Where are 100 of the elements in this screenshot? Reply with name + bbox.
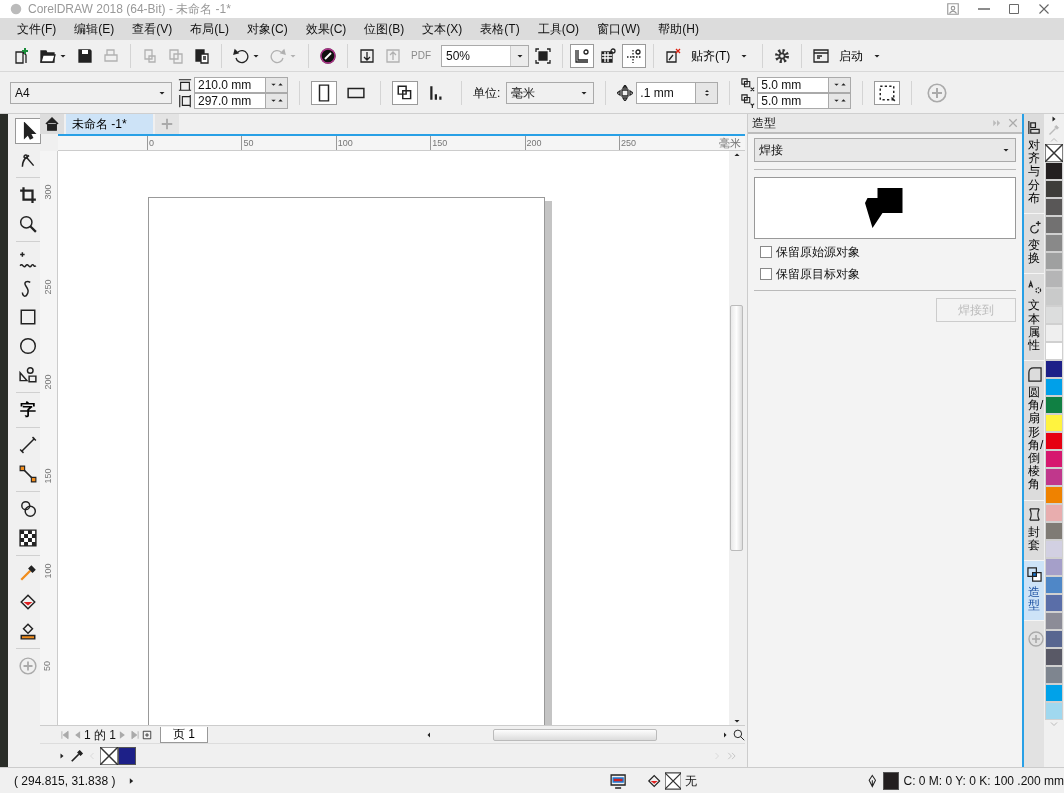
add-page-icon: [142, 729, 152, 740]
scroll-up-icon: [1049, 136, 1059, 144]
guidelines-icon: [626, 47, 642, 64]
scroll-thumb[interactable]: [730, 305, 744, 551]
docker-tab[interactable]: 圆角/扇形角/倒棱角: [1024, 361, 1045, 501]
close-icon: [1038, 3, 1050, 15]
decrement-icon: [832, 97, 840, 104]
menu-item[interactable]: 对象(C): [238, 18, 297, 40]
docker-tab[interactable]: 封套: [1024, 500, 1045, 561]
add-icon: [1028, 630, 1045, 649]
duplicate-x-field[interactable]: 5.0 mm: [757, 76, 830, 93]
units-dropdown[interactable]: 毫米: [506, 81, 595, 104]
color-swatch[interactable]: [118, 746, 136, 765]
tool-button[interactable]: [15, 118, 41, 144]
docker-tab[interactable]: 变换: [1024, 213, 1045, 275]
decrement-icon: [269, 81, 277, 88]
play-arrow-icon: [1050, 114, 1058, 124]
app-logo-icon: [10, 3, 22, 15]
zoom-field[interactable]: 50%: [441, 44, 529, 67]
document-icon: [142, 47, 158, 64]
ellipse-icon: [19, 337, 37, 355]
collapse-icon: [992, 118, 1003, 128]
full-screen-icon: [535, 47, 551, 64]
minimize-icon: [978, 8, 990, 10]
clipboard-icon: [194, 47, 210, 64]
eyedropper-icon: [70, 748, 84, 763]
menu-item[interactable]: 帮助(H): [649, 18, 708, 40]
menu-item[interactable]: 效果(C): [296, 18, 356, 40]
menu-item[interactable]: 编辑(E): [65, 18, 124, 40]
no-fill-swatch: [665, 771, 682, 790]
menu-item[interactable]: 窗口(W): [588, 18, 650, 40]
increment-icon: [276, 81, 284, 88]
orientation-button[interactable]: [311, 80, 337, 105]
rectangle-icon: [19, 308, 37, 326]
treat-as-filled-button[interactable]: [874, 80, 901, 105]
node-edit-icon: [19, 151, 37, 169]
tool-button[interactable]: 字: [15, 397, 41, 423]
increment-icon: [839, 81, 847, 88]
eyedropper-icon: [1048, 124, 1060, 136]
blend-icon: [19, 500, 37, 518]
toolbar-menu-button[interactable]: 贴齐(T): [687, 43, 756, 68]
envelope-icon: [1026, 506, 1042, 522]
dimension-line-icon: [19, 436, 37, 454]
cursor-coordinates: ( 294.815, 31.838 ): [14, 772, 116, 790]
first-page-icon: [60, 729, 70, 740]
search-icon: [19, 215, 37, 233]
play-arrow-icon: [58, 751, 66, 760]
toolbar-menu-button[interactable]: 启动: [835, 43, 889, 68]
checkerboard-icon: [19, 529, 37, 547]
freehand-icon: [19, 250, 37, 268]
menu-item[interactable]: 文件(F): [8, 18, 66, 40]
corner-icon: [1026, 367, 1042, 383]
dashed-square-icon: [878, 83, 897, 102]
ruler-label: 100: [335, 136, 431, 150]
menu-item[interactable]: 查看(V): [123, 18, 182, 40]
outline-status: C: 0 M: 0 Y: 0 K: 100 .200 mm: [903, 772, 1064, 790]
smart-fill-icon: [19, 622, 37, 640]
ruler-label: 250: [618, 136, 714, 150]
docker-tab[interactable]: 文本属性: [1024, 274, 1045, 362]
zoom-icon: [732, 728, 745, 741]
width-field[interactable]: 210.0 mm: [194, 76, 266, 93]
menu-item[interactable]: 工具(O): [528, 18, 588, 40]
increment-icon: [839, 97, 847, 104]
page-layout-button[interactable]: [392, 80, 418, 105]
toolbar-button[interactable]: [622, 43, 646, 68]
checkbox[interactable]: [759, 268, 772, 280]
docker-tab[interactable]: 对齐与分布: [1024, 114, 1045, 214]
paint-bucket-icon: [19, 593, 37, 611]
menu-item[interactable]: 文本(X): [413, 18, 472, 40]
snap-off-icon: [665, 47, 681, 64]
checkbox-label: 保留原目标对象: [775, 266, 860, 283]
toolbar-button[interactable]: [570, 43, 594, 68]
docker-tab[interactable]: 造型: [1024, 560, 1045, 622]
shaping-mode-dropdown[interactable]: 焊接: [753, 138, 1017, 162]
page-counter: 1 的 1: [84, 726, 116, 744]
shaping-icon: [1026, 566, 1042, 582]
duplicate-y-icon: [741, 93, 756, 108]
menu-item[interactable]: 表格(T): [471, 18, 529, 40]
width-icon: [178, 77, 192, 92]
decrement-icon: [269, 97, 277, 104]
horizontal-scroll-thumb[interactable]: [492, 728, 657, 741]
no-color-swatch[interactable]: [100, 746, 118, 765]
crop-icon: [19, 186, 37, 204]
connector-icon: [19, 465, 37, 483]
document-tab[interactable]: 未命名 -1*: [66, 114, 153, 134]
pages-icon: [396, 83, 414, 102]
menu-item[interactable]: 布局(L): [181, 18, 238, 40]
ruler-label: 300: [41, 184, 54, 200]
ruler-label: 200: [524, 136, 619, 150]
checkbox[interactable]: [759, 246, 772, 258]
menu-item[interactable]: 位图(B): [355, 18, 414, 40]
page-tab[interactable]: 页 1: [160, 726, 209, 743]
new-document-icon: [14, 47, 30, 64]
nudge-field[interactable]: .1 mm: [636, 81, 697, 104]
export-icon: [385, 47, 401, 64]
close-icon: [1008, 118, 1019, 128]
ruler-label: 50: [241, 136, 336, 150]
home-button[interactable]: [40, 114, 64, 134]
paper-size-dropdown[interactable]: A4: [10, 81, 172, 104]
no-color-swatch[interactable]: [1045, 144, 1063, 162]
